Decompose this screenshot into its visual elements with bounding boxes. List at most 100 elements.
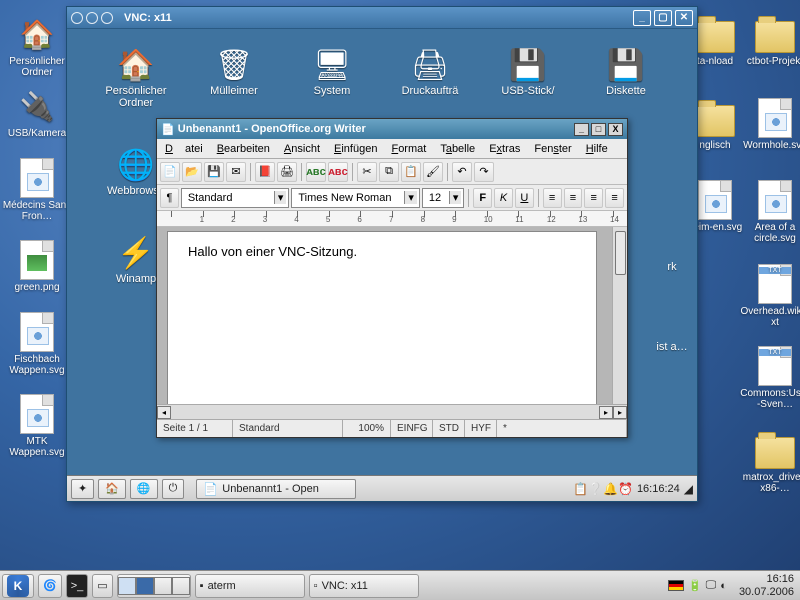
status-zoom[interactable]: 100% [343, 420, 391, 437]
display-icon[interactable]: 🖵 [706, 579, 717, 592]
desktop-icon-msf[interactable]: Médecins Sans Fron… [2, 158, 72, 222]
underline-button[interactable]: U [515, 188, 534, 208]
guest-clock[interactable]: 16:16:24 [633, 483, 684, 495]
menu-fenster[interactable]: Fenster [528, 141, 577, 157]
font-name-combo[interactable]: Times New Roman▾ [291, 188, 420, 208]
guest-task-openoffice[interactable]: 📄 Unbenannt1 - Open [196, 479, 356, 499]
cut-button[interactable]: ✂ [357, 162, 377, 182]
close-button[interactable]: X [608, 123, 623, 136]
desktop-icon-overhead[interactable]: Overhead.wiki.txt [740, 264, 800, 328]
minimize-button[interactable]: _ [633, 10, 651, 26]
guest-icon-system[interactable]: 🖥 System [291, 47, 373, 97]
minimize-button[interactable]: _ [574, 123, 589, 136]
vnc-titlebar[interactable]: VNC: x11 _ ▢ ✕ [67, 7, 697, 29]
print-button[interactable]: 🖨 [277, 162, 297, 182]
konqueror-button[interactable]: 🌀 [38, 574, 62, 598]
desktop-icon-home[interactable]: 🏠 Persönlicher Ordner [2, 14, 72, 78]
status-std[interactable]: STD [433, 420, 465, 437]
desktop-icon-matrox[interactable]: matrox_driver-x86-… [740, 430, 800, 494]
desktop-icon-wormhole[interactable]: Wormhole.svg [740, 98, 800, 151]
align-left-button[interactable]: ≡ [543, 188, 562, 208]
menu-datei[interactable]: Datei [159, 141, 209, 157]
desktop-icon-mtk[interactable]: MTK Wappen.svg [2, 394, 72, 458]
guest-konqueror-button[interactable]: 🌐 [130, 479, 158, 499]
guest-icon-partial-ist[interactable]: ist a… [647, 339, 697, 353]
desktop-icon-commons[interactable]: Commons:User-Sven… [740, 346, 800, 410]
guest-icon-home[interactable]: 🏠 Persönlicher Ordner [95, 47, 177, 109]
horizontal-ruler[interactable]: 1234567891011121314 [157, 211, 627, 227]
pager[interactable] [117, 574, 191, 598]
spellcheck-button[interactable]: ᴀʙᴄ [306, 162, 326, 182]
pdf-button[interactable]: 📕 [255, 162, 275, 182]
pager-desktop-3[interactable] [154, 577, 172, 595]
paste-button[interactable]: 📋 [401, 162, 421, 182]
terminal-button[interactable]: >_ [66, 574, 89, 598]
menu-format[interactable]: Format [385, 141, 432, 157]
align-right-button[interactable]: ≡ [584, 188, 603, 208]
paragraph-style-combo[interactable]: Standard▾ [181, 188, 290, 208]
vertical-scrollbar[interactable] [612, 227, 627, 404]
desktop-icon-green[interactable]: green.png [2, 240, 72, 293]
window-menu-icon[interactable] [71, 12, 83, 24]
font-size-combo[interactable]: 12▾ [422, 188, 465, 208]
flag-de-icon[interactable] [668, 580, 684, 591]
guest-home-button[interactable]: 🏠 [98, 479, 126, 499]
desktop-icon-usb[interactable]: 🔌 USB/Kamera [2, 86, 72, 139]
menu-extras[interactable]: Extras [483, 141, 526, 157]
autospell-button[interactable]: ᴀʙᴄ [328, 162, 348, 182]
redo-button[interactable]: ↷ [474, 162, 494, 182]
scroll-left-button[interactable]: ◂ [157, 406, 171, 419]
guest-icon-trash[interactable]: 🗑 Mülleimer [193, 47, 275, 97]
styles-button[interactable]: ¶ [160, 188, 179, 208]
undo-button[interactable]: ↶ [452, 162, 472, 182]
kmenu-button[interactable]: K [2, 574, 34, 598]
status-hyp[interactable]: HYF [465, 420, 497, 437]
email-button[interactable]: ✉ [226, 162, 246, 182]
menu-einfuegen[interactable]: Einfügen [328, 141, 383, 157]
task-aterm[interactable]: ▪ aterm [195, 574, 305, 598]
scrollbar-thumb[interactable] [615, 231, 626, 275]
desktop-icon-fischbach[interactable]: Fischbach Wappen.svg [2, 312, 72, 376]
menu-hilfe[interactable]: Hilfe [580, 141, 614, 157]
scroll-right-button[interactable]: ▸ [613, 406, 627, 419]
maximize-button[interactable]: ▢ [654, 10, 672, 26]
maximize-button[interactable]: □ [591, 123, 606, 136]
document-page[interactable]: Hallo von einer VNC-Sitzung. [167, 231, 597, 404]
italic-button[interactable]: K [494, 188, 513, 208]
task-vnc[interactable]: ▫ VNC: x11 [309, 574, 419, 598]
guest-icon-partial-rk[interactable]: rk [647, 259, 697, 273]
menu-ansicht[interactable]: Ansicht [278, 141, 326, 157]
copy-button[interactable]: ⧉ [379, 162, 399, 182]
format-paintbrush-button[interactable]: 🖌 [423, 162, 443, 182]
close-button[interactable]: ✕ [675, 10, 693, 26]
desktop-icon-ctbot[interactable]: ctbot-Projekt [740, 14, 800, 67]
clipboard-icon[interactable]: 📋 [573, 482, 588, 496]
lock-corner-icon[interactable]: ◢ [684, 482, 693, 496]
alarm-clock-icon[interactable]: ⏰ [618, 482, 633, 496]
pager-desktop-4[interactable] [172, 577, 190, 595]
pager-desktop-2[interactable] [136, 577, 154, 595]
align-center-button[interactable]: ≡ [564, 188, 583, 208]
new-button[interactable]: 📄 [160, 162, 180, 182]
horizontal-scrollbar[interactable]: ◂ ▸ ▸ [157, 404, 627, 419]
status-insert[interactable]: EINFG [391, 420, 433, 437]
guest-icon-print[interactable]: 🖨 Druckaufträ [389, 47, 471, 97]
align-justify-button[interactable]: ≡ [605, 188, 624, 208]
show-desktop-button[interactable]: ▭ [92, 574, 112, 598]
menu-bearbeiten[interactable]: Bearbeiten [211, 141, 276, 157]
guest-logout-button[interactable]: ⏻ [162, 479, 185, 499]
bell-icon[interactable]: 🔔 [603, 482, 618, 496]
bold-button[interactable]: F [473, 188, 492, 208]
guest-icon-usb[interactable]: 💾 USB-Stick/ [487, 47, 569, 97]
tray-dot-icon[interactable]: ◐ [720, 580, 727, 592]
battery-icon[interactable]: 🔋 [688, 579, 702, 592]
host-clock[interactable]: 16:16 30.07.2006 [733, 573, 800, 597]
save-button[interactable]: 💾 [204, 162, 224, 182]
shade-icon[interactable] [101, 12, 113, 24]
open-button[interactable]: 📂 [182, 162, 202, 182]
pager-desktop-1[interactable] [118, 577, 136, 595]
help-icon[interactable]: ❔ [588, 482, 603, 496]
desktop-icon-area[interactable]: Area of a circle.svg [740, 180, 800, 244]
guest-kmenu-button[interactable]: ✦ [71, 479, 94, 499]
scroll-right-button[interactable]: ▸ [599, 406, 613, 419]
